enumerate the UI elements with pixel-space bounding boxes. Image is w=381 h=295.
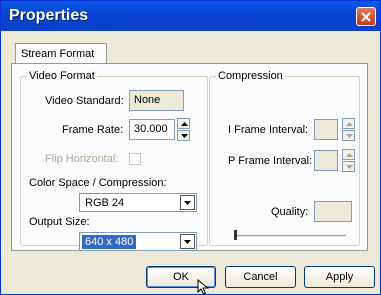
chevron-down-icon	[184, 240, 191, 244]
p-frame-spin-up[interactable]	[342, 149, 355, 160]
window-title: Properties	[9, 7, 89, 24]
color-space-label: Color Space / Compression:	[29, 177, 167, 189]
cancel-button[interactable]: Cancel	[225, 266, 296, 288]
frame-rate-spinner[interactable]	[177, 118, 190, 141]
compression-legend: Compression	[216, 70, 285, 82]
i-frame-spin-up[interactable]	[342, 118, 355, 129]
video-standard-label: Video Standard:	[45, 95, 124, 107]
mouse-pointer-icon	[197, 279, 209, 295]
p-frame-interval-label: P Frame Interval:	[228, 155, 313, 167]
stream-format-panel: Video Format Video Standard: None Frame …	[11, 63, 368, 251]
apply-button[interactable]: Apply	[304, 266, 375, 288]
p-frame-interval-spinner[interactable]	[342, 149, 355, 172]
arrow-down-icon	[181, 134, 188, 138]
quality-slider-track[interactable]	[234, 235, 346, 238]
arrow-up-icon	[346, 122, 353, 126]
i-frame-interval-spinner[interactable]	[342, 118, 355, 141]
close-icon	[361, 12, 371, 22]
flip-horizontal-checkbox[interactable]	[129, 153, 141, 165]
tab-stream-format-label: Stream Format	[21, 48, 95, 60]
video-format-group: Video Format Video Standard: None Frame …	[20, 70, 208, 251]
i-frame-spin-down[interactable]	[342, 130, 355, 141]
frame-rate-spin-up[interactable]	[177, 118, 190, 129]
output-size-select[interactable]: 640 x 480	[79, 232, 197, 251]
arrow-down-icon	[346, 134, 353, 138]
tab-stream-format[interactable]: Stream Format	[15, 43, 107, 64]
video-standard-field: None	[129, 90, 184, 111]
frame-rate-label: Frame Rate:	[62, 124, 124, 136]
quality-input[interactable]	[314, 201, 352, 222]
output-size-value: 640 x 480	[82, 235, 137, 249]
video-format-legend: Video Format	[27, 70, 97, 82]
i-frame-interval-input[interactable]	[314, 119, 338, 140]
arrow-up-icon	[346, 153, 353, 157]
output-size-dropdown-button[interactable]	[180, 234, 195, 249]
title-bar[interactable]: Properties	[1, 1, 380, 31]
frame-rate-value: 30.000	[134, 123, 168, 135]
frame-rate-spin-down[interactable]	[177, 130, 190, 141]
color-space-select[interactable]: RGB 24	[79, 193, 197, 212]
quality-label: Quality:	[271, 206, 309, 218]
properties-dialog: Properties Stream Format Video Format Vi…	[0, 0, 381, 295]
video-standard-value: None	[134, 94, 161, 106]
close-button[interactable]	[356, 7, 376, 26]
color-space-value: RGB 24	[85, 197, 125, 209]
frame-rate-input[interactable]: 30.000	[129, 119, 175, 140]
arrow-down-icon	[346, 165, 353, 169]
output-size-label: Output Size:	[29, 216, 90, 228]
flip-horizontal-label: Flip Horizontal:	[45, 153, 119, 165]
p-frame-spin-down[interactable]	[342, 161, 355, 172]
compression-group: Compression I Frame Interval: P Frame In…	[209, 70, 360, 246]
i-frame-interval-label: I Frame Interval:	[228, 124, 309, 136]
color-space-dropdown-button[interactable]	[180, 195, 195, 210]
arrow-up-icon	[181, 122, 188, 126]
chevron-down-icon	[184, 201, 191, 205]
p-frame-interval-input[interactable]	[314, 150, 338, 171]
quality-slider-thumb[interactable]	[234, 230, 237, 240]
